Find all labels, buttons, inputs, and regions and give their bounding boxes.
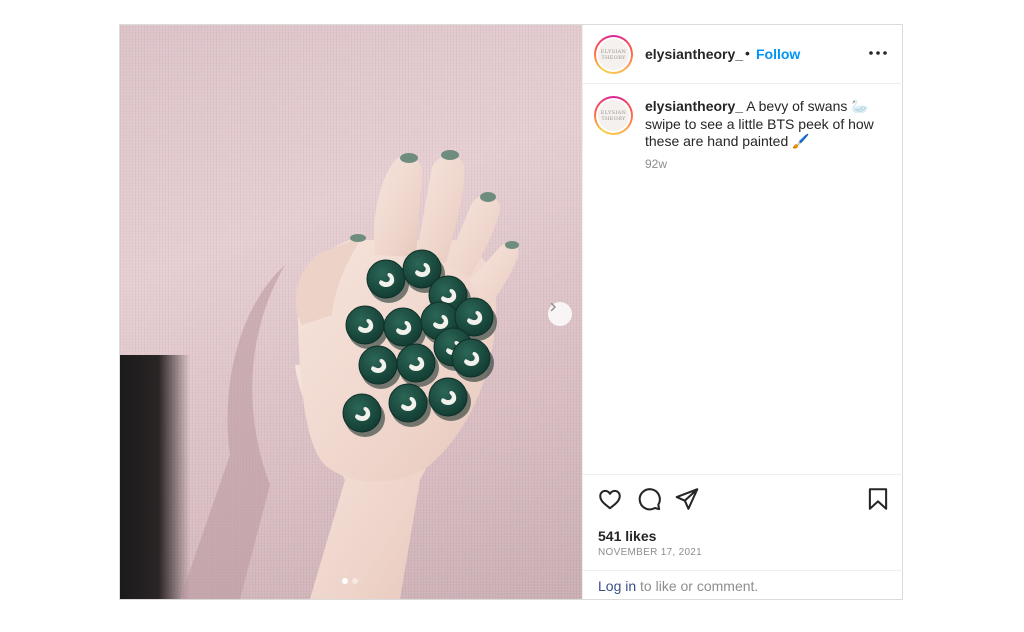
username-link[interactable]: elysiantheory_ — [645, 46, 743, 62]
separator-dot: • — [745, 45, 750, 61]
caption-username[interactable]: elysiantheory_ — [645, 98, 743, 114]
more-options-icon — [869, 51, 887, 55]
avatar[interactable]: ELYSIAN THEORY — [594, 35, 633, 74]
login-link[interactable]: Log in — [598, 578, 636, 594]
hand-with-badges-illustration — [180, 150, 519, 599]
comment-button[interactable] — [635, 486, 663, 514]
login-prompt: Log in to like or comment. — [583, 570, 903, 599]
post-date: NOVEMBER 17, 2021 — [598, 547, 703, 558]
caption-age: 92w — [645, 157, 668, 171]
comment-icon — [638, 488, 661, 511]
like-button[interactable] — [596, 486, 624, 514]
login-prompt-text: to like or comment. — [636, 578, 759, 594]
post-photo[interactable] — [120, 25, 582, 599]
caption-avatar-text-2: THEORY — [601, 115, 626, 122]
carousel-dot — [352, 578, 358, 584]
likes-count[interactable]: 541 likes — [598, 528, 656, 544]
save-button[interactable] — [864, 486, 892, 514]
carousel-next-button[interactable] — [548, 302, 572, 326]
chevron-right-icon — [550, 302, 556, 312]
caption-avatar[interactable]: ELYSIAN THEORY — [594, 96, 633, 135]
bookmark-icon — [868, 488, 888, 510]
post-actions: 541 likes NOVEMBER 17, 2021 Log in to li… — [583, 474, 903, 598]
instagram-post: ELYSIAN THEORY elysiantheory_ • Follow EL… — [119, 24, 903, 600]
carousel-dot-active — [342, 578, 348, 584]
heart-icon — [599, 489, 621, 510]
share-button[interactable] — [673, 486, 701, 514]
follow-button[interactable]: Follow — [756, 46, 800, 62]
caption-text-block: elysiantheory_ A bevy of swans 🦢 swipe t… — [645, 98, 885, 151]
more-options-button[interactable] — [866, 43, 890, 63]
share-icon — [675, 488, 699, 510]
carousel-indicator — [342, 578, 358, 584]
post-header: ELYSIAN THEORY elysiantheory_ • Follow — [583, 25, 903, 84]
avatar-text-2: THEORY — [601, 54, 626, 61]
post-side-panel: ELYSIAN THEORY elysiantheory_ • Follow EL… — [582, 25, 903, 599]
